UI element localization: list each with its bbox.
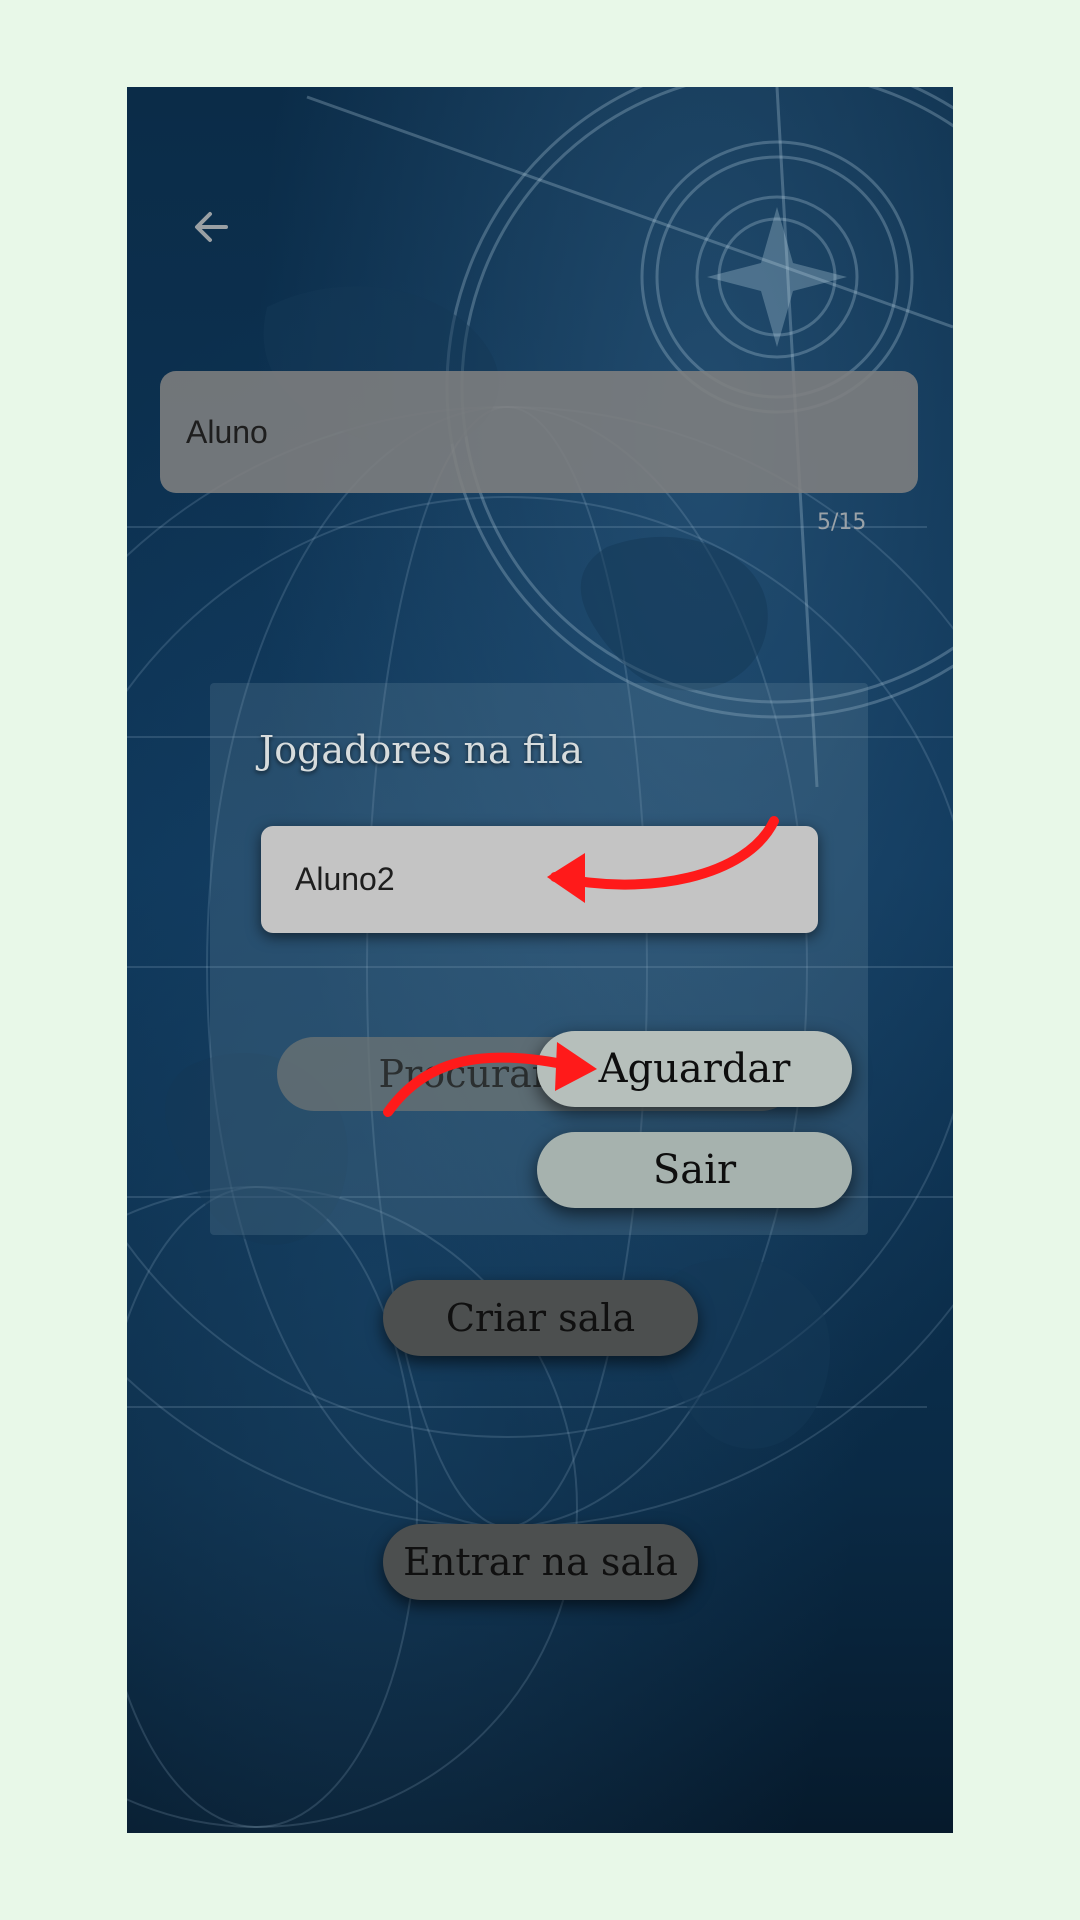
wait-button[interactable]: Aguardar bbox=[537, 1031, 852, 1107]
queue-player-item: Aluno2 bbox=[261, 826, 818, 933]
create-room-button[interactable]: Criar sala bbox=[383, 1280, 698, 1356]
create-room-label: Criar sala bbox=[445, 1296, 636, 1340]
enter-room-button[interactable]: Entrar na sala bbox=[383, 1524, 698, 1600]
player-name-value: Aluno bbox=[186, 413, 268, 450]
character-counter: 5/15 bbox=[817, 510, 867, 535]
back-arrow-icon[interactable] bbox=[182, 197, 242, 257]
enter-room-label: Entrar na sala bbox=[403, 1540, 678, 1584]
exit-button-label: Sair bbox=[652, 1147, 737, 1193]
queue-panel-title: Jogadores na fila bbox=[259, 728, 583, 772]
app-screen: Aluno 5/15 Jogadores na fila Aluno2 Proc… bbox=[127, 87, 953, 1833]
exit-button[interactable]: Sair bbox=[537, 1132, 852, 1208]
queue-player-name: Aluno2 bbox=[295, 861, 395, 897]
player-name-field[interactable]: Aluno bbox=[160, 371, 918, 493]
wait-button-label: Aguardar bbox=[598, 1046, 791, 1092]
